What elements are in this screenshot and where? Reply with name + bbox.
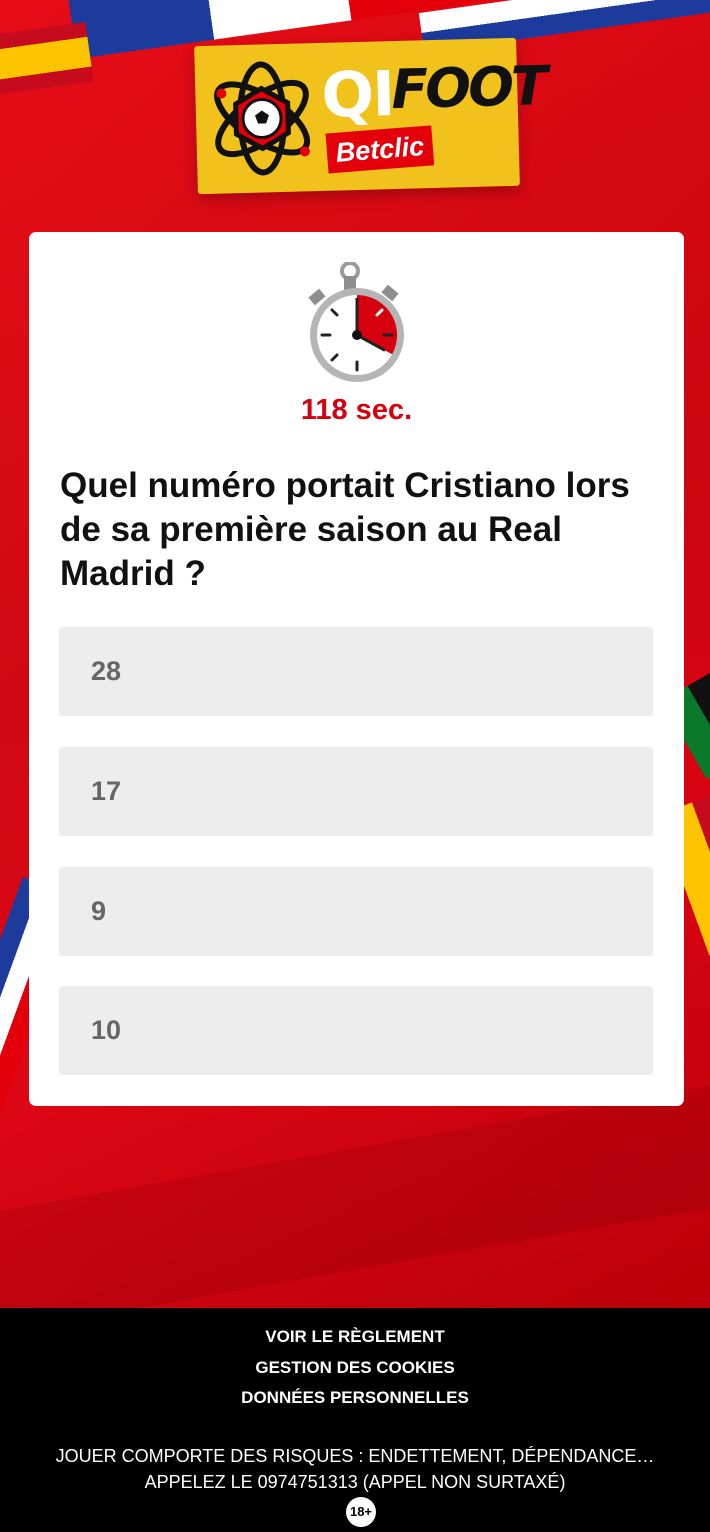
personal-data-link[interactable]: DONNÉES PERSONNELLES <box>0 1388 710 1408</box>
logo-foot-text: FOOT <box>390 54 546 122</box>
answer-option-2[interactable]: 17 <box>59 747 653 836</box>
answer-option-4[interactable]: 10 <box>59 986 653 1075</box>
atom-ball-icon <box>214 61 311 176</box>
timer-countdown: 118 sec. <box>300 394 413 426</box>
answer-option-1[interactable]: 28 <box>59 627 653 716</box>
hero-background: QI FOOT Betclic 118 sec. Quel numéro por… <box>0 0 710 1308</box>
flag-stripe-spain <box>0 21 94 99</box>
red-shade-band <box>0 1072 710 1308</box>
gambling-warning: JOUER COMPORTE DES RISQUES : ENDETTEMENT… <box>55 1446 655 1466</box>
age-18-badge: 18+ <box>346 1497 376 1527</box>
quiz-card: 118 sec. Quel numéro portait Cristiano l… <box>29 232 684 1106</box>
logo-qi-text: QI <box>320 57 395 132</box>
question-text: Quel numéro portait Cristiano lors de sa… <box>60 466 630 593</box>
answer-option-3[interactable]: 9 <box>59 867 653 956</box>
betclic-badge: Betclic <box>325 125 435 174</box>
cookies-link[interactable]: GESTION DES COOKIES <box>0 1358 710 1378</box>
helpline-text: APPELEZ LE 0974751313 (APPEL NON SURTAXÉ… <box>144 1472 566 1492</box>
rules-link[interactable]: VOIR LE RÈGLEMENT <box>0 1327 710 1347</box>
stopwatch-icon <box>308 262 404 382</box>
qifoot-logo: QI FOOT Betclic <box>194 37 546 195</box>
footer: VOIR LE RÈGLEMENT GESTION DES COOKIES DO… <box>0 1308 710 1532</box>
